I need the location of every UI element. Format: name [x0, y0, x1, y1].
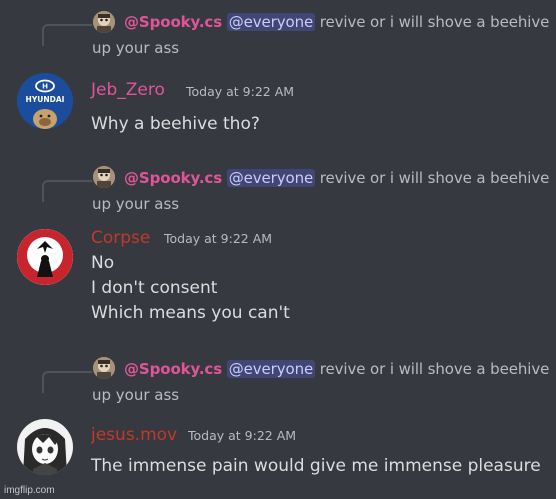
message-author[interactable]: jesus.mov	[91, 425, 177, 445]
message-timestamp: Today at 9:22 AM	[186, 84, 295, 99]
message-author[interactable]: Jeb_Zero	[91, 80, 165, 100]
message-line: No	[91, 253, 115, 273]
reply-text-continued: up your ass	[92, 386, 180, 404]
reply-author-link[interactable]: @Spooky.cs	[124, 169, 222, 187]
svg-text:H: H	[42, 83, 48, 91]
message-line: Which means you can't	[91, 303, 290, 323]
corpse-raven-avatar-icon[interactable]	[17, 229, 73, 285]
message-line: I don't consent	[91, 278, 218, 298]
hyundai-dog-avatar-icon[interactable]: H HYUNDAI	[17, 73, 73, 129]
reply-spine	[42, 180, 92, 202]
reply-spine	[42, 24, 92, 46]
anime-girl-avatar-icon[interactable]	[17, 419, 73, 475]
message-content: The immense pain would give me immense p…	[91, 454, 541, 479]
spooky-avatar-icon	[93, 357, 115, 379]
hyundai-logo-text: HYUNDAI	[26, 95, 65, 104]
message-line: Why a beehive tho?	[91, 114, 260, 134]
everyone-mention[interactable]: @everyone	[226, 360, 316, 378]
spooky-avatar-icon	[93, 166, 115, 188]
message-line: The immense pain would give me immense p…	[91, 456, 541, 476]
reply-author-link[interactable]: @Spooky.cs	[124, 360, 222, 378]
reply-text: revive or i will shove a beehive	[315, 169, 550, 187]
reply-text-continued: up your ass	[92, 195, 180, 213]
reply-text: revive or i will shove a beehive	[315, 13, 550, 31]
message-content: Why a beehive tho?	[91, 112, 260, 137]
message-timestamp: Today at 9:22 AM	[164, 231, 273, 246]
everyone-mention[interactable]: @everyone	[226, 169, 316, 187]
reply-text: revive or i will shove a beehive	[315, 360, 550, 378]
reply-author-link[interactable]: @Spooky.cs	[124, 13, 222, 31]
spooky-avatar-icon	[93, 11, 115, 33]
message-content: No I don't consent Which means you can't	[91, 251, 290, 326]
imgflip-watermark: imgflip.com	[4, 485, 55, 496]
reply-text-continued: up your ass	[92, 39, 180, 57]
message-author[interactable]: Corpse	[91, 228, 150, 248]
everyone-mention[interactable]: @everyone	[226, 13, 316, 31]
message-timestamp: Today at 9:22 AM	[188, 428, 297, 443]
reply-spine	[42, 371, 92, 393]
